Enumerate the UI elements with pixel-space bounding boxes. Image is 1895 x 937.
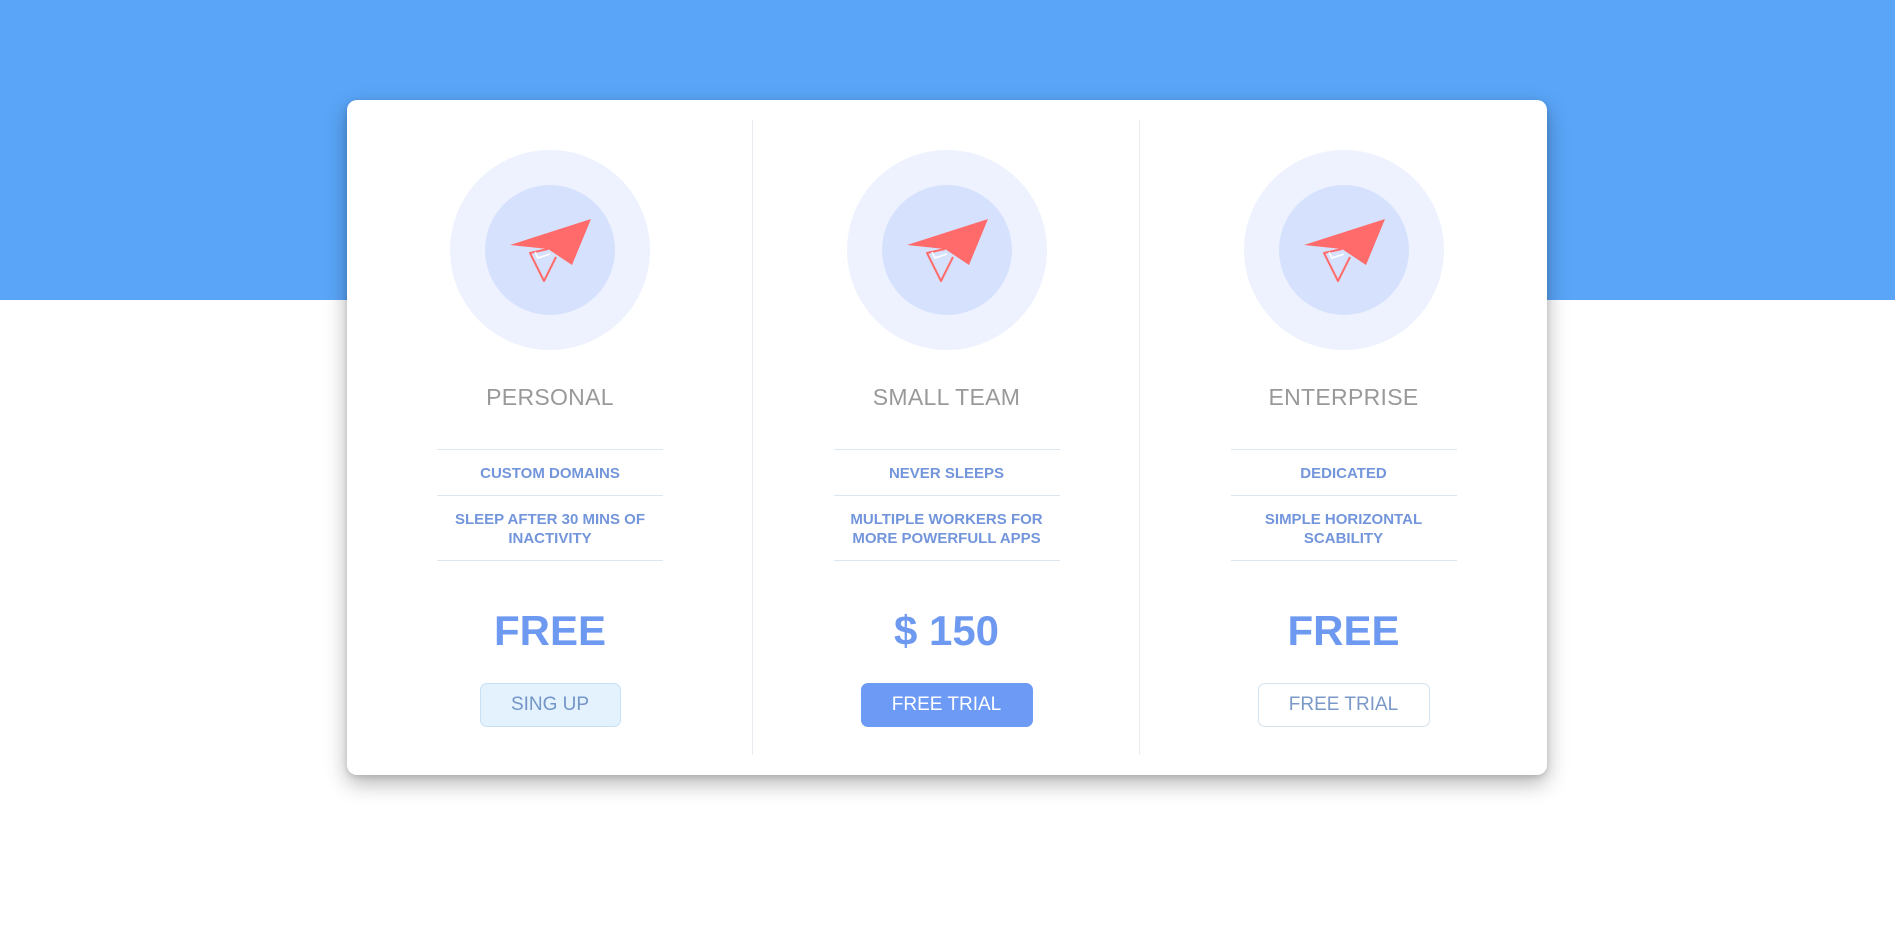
plan-icon-halo (846, 150, 1047, 350)
feature-item: SIMPLE HORIZONTAL SCABILITY (1230, 496, 1457, 561)
plan-icon-halo (450, 150, 650, 350)
plan-price: FREE (1287, 607, 1400, 654)
plan-title: PERSONAL (486, 384, 614, 410)
free-trial-button[interactable]: FREE TRIAL (860, 683, 1033, 727)
feature-list: CUSTOM DOMAINS SLEEP AFTER 30 MINS OF IN… (437, 449, 663, 561)
feature-item: MULTIPLE WORKERS FOR MORE POWERFULL APPS (833, 496, 1060, 561)
feature-item: SLEEP AFTER 30 MINS OF INACTIVITY (437, 496, 663, 561)
plan-title: ENTERPRISE (1268, 384, 1419, 410)
plan-column-personal: PERSONAL CUSTOM DOMAINS SLEEP AFTER 30 M… (347, 100, 753, 775)
plan-title: SMALL TEAM (872, 384, 1021, 410)
feature-item: DEDICATED (1230, 450, 1457, 496)
feature-item: CUSTOM DOMAINS (437, 450, 663, 496)
plan-column-small-team: SMALL TEAM NEVER SLEEPS MULTIPLE WORKERS… (753, 100, 1140, 775)
feature-list: DEDICATED SIMPLE HORIZONTAL SCABILITY (1230, 449, 1457, 561)
plan-icon-circle (1278, 185, 1409, 315)
paper-plane-icon (905, 217, 989, 283)
plan-icon-circle (881, 185, 1012, 315)
feature-item: NEVER SLEEPS (833, 450, 1060, 496)
plan-icon-circle (485, 185, 615, 315)
plan-column-enterprise: ENTERPRISE DEDICATED SIMPLE HORIZONTAL S… (1140, 100, 1547, 775)
sign-up-button[interactable]: SING UP (479, 683, 621, 727)
plan-price: $ 150 (893, 607, 1000, 654)
plan-price: FREE (493, 607, 606, 654)
free-trial-button[interactable]: FREE TRIAL (1257, 683, 1430, 727)
plan-icon-halo (1243, 150, 1444, 350)
feature-list: NEVER SLEEPS MULTIPLE WORKERS FOR MORE P… (833, 449, 1060, 561)
paper-plane-icon (1302, 217, 1386, 283)
paper-plane-icon (508, 217, 592, 283)
pricing-card: PERSONAL CUSTOM DOMAINS SLEEP AFTER 30 M… (347, 100, 1547, 775)
